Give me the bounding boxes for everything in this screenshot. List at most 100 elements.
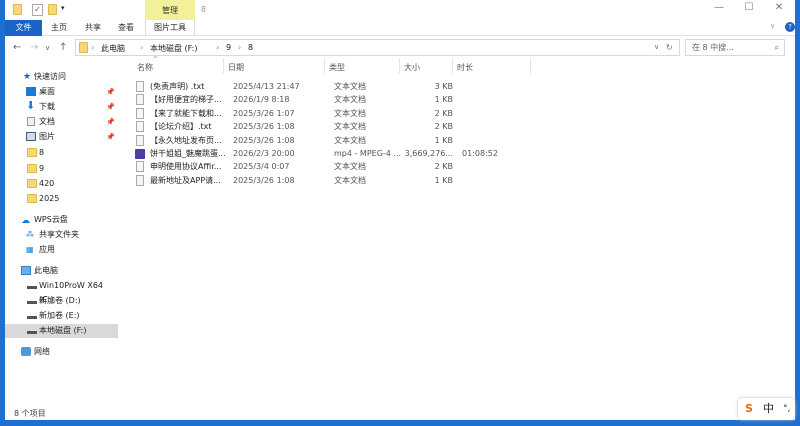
file-type: 文本文档 (334, 162, 366, 172)
close-button[interactable]: ✕ (765, 2, 793, 18)
sidebar-item-downloads[interactable]: ⬇ 下载 📌 (5, 99, 118, 114)
file-date: 2025/3/4 0:07 (233, 162, 290, 172)
sidebar-item-folder-9[interactable]: 9 (5, 162, 118, 176)
breadcrumb-this-pc[interactable]: 此电脑 (101, 43, 125, 54)
sidebar-item-shared-folder[interactable]: ⁂ 共享文件夹 (5, 228, 118, 242)
properties-icon[interactable]: ✓ (32, 4, 43, 16)
sidebar-item-folder-420[interactable]: 420 (5, 177, 118, 191)
file-row[interactable]: 【好用便宜的梯子... 2026/1/9 8:18 文本文档 1 KB (133, 93, 553, 106)
pin-icon[interactable]: 📌 (106, 130, 115, 144)
drive-icon (27, 301, 37, 304)
file-row[interactable]: 最新地址及APP请... 2025/3/26 1:08 文本文档 1 KB (133, 174, 553, 187)
file-row[interactable]: 饼干姐姐_魅魔跳蛋... 2026/2/3 20:00 mp4 - MPEG-4 .… (133, 147, 553, 160)
drive-icon (27, 286, 37, 289)
ime-punctuation[interactable]: °, (783, 398, 790, 420)
column-divider[interactable] (399, 58, 400, 74)
ime-language[interactable]: 中 (763, 398, 774, 420)
file-row[interactable]: 申明使用协议Affir... 2025/3/4 0:07 文本文档 2 KB (133, 160, 553, 173)
file-name: 【永久地址发布页... (150, 135, 222, 145)
sidebar-item-desktop[interactable]: 桌面 📌 (5, 85, 118, 99)
pictures-icon (26, 132, 36, 141)
search-input[interactable]: 在 8 中搜... ⌕ (685, 39, 785, 56)
column-header-size[interactable]: 大小 (404, 62, 420, 73)
file-date: 2026/2/3 20:00 (233, 149, 295, 158)
tab-view[interactable]: 查看 (110, 20, 142, 36)
address-bar[interactable]: › 此电脑 › 本地磁盘 (F:) › 9 › 8 ∨ ↻ (75, 39, 680, 56)
file-size: 1 KB (434, 135, 453, 145)
sort-ascending-icon: ^ (153, 56, 159, 63)
sidebar-drive-e[interactable]: 新加卷 (E:) (5, 309, 118, 323)
sidebar-quick-access[interactable]: ★ 快速访问 (5, 70, 118, 84)
ime-toolbar[interactable]: S 中 °, (738, 398, 795, 420)
refresh-icon[interactable]: ↻ (666, 43, 673, 52)
up-button[interactable]: ↑ (59, 42, 67, 53)
pin-icon[interactable]: 📌 (106, 100, 115, 114)
folder-icon (27, 164, 37, 173)
file-type: 文本文档 (334, 82, 366, 91)
sidebar-item-documents[interactable]: 文档 📌 (5, 115, 118, 129)
address-dropdown-icon[interactable]: ∨ (654, 43, 659, 51)
file-size: 3,669,276... (404, 149, 453, 158)
file-date: 2025/3/26 1:07 (233, 108, 295, 118)
file-type: 文本文档 (334, 95, 366, 105)
breadcrumb-9[interactable]: 9 (226, 43, 231, 52)
column-divider[interactable] (530, 58, 531, 74)
file-row[interactable]: (免责声明) .txt 2025/4/13 21:47 文本文档 3 KB (133, 80, 553, 93)
column-divider[interactable] (223, 58, 224, 74)
sidebar-item-pictures[interactable]: 图片 📌 (5, 130, 118, 144)
forward-button[interactable]: → (30, 42, 38, 53)
sidebar-network[interactable]: 网络 (5, 345, 118, 359)
pin-icon[interactable]: 📌 (106, 115, 115, 129)
desktop-icon (26, 87, 36, 96)
tab-share[interactable]: 共享 (77, 20, 109, 36)
text-file-icon (136, 107, 144, 119)
tab-manage[interactable]: 管理 (145, 0, 195, 20)
breadcrumb-drive-f[interactable]: 本地磁盘 (F:) (150, 43, 197, 54)
column-divider[interactable] (452, 58, 453, 74)
folder-icon (27, 179, 37, 188)
help-icon[interactable]: ? (785, 22, 795, 32)
new-folder-icon[interactable] (48, 4, 57, 15)
file-type: 文本文档 (334, 135, 366, 145)
sidebar-item-folder-8[interactable]: 8 (5, 146, 118, 160)
column-header-duration[interactable]: 时长 (457, 62, 473, 73)
file-name: 【论坛介绍】.txt (150, 122, 212, 132)
tab-file[interactable]: 文件 (5, 20, 42, 36)
sidebar-item-folder-2025[interactable]: 2025 (5, 192, 118, 206)
expand-ribbon-icon[interactable]: ∨ (770, 22, 775, 30)
folder-icon (13, 4, 22, 15)
search-icon: ⌕ (774, 43, 779, 52)
sidebar-drive-d[interactable]: 新加卷 (D:) (5, 294, 118, 308)
minimize-button[interactable]: — (705, 2, 733, 18)
sidebar-wps-cloud[interactable]: ☁ WPS云盘 (5, 213, 118, 227)
sidebar-this-pc[interactable]: 此电脑 (5, 264, 118, 278)
customize-quick-access-icon[interactable]: ▾ (61, 4, 65, 12)
sidebar-item-apps[interactable]: ▦ 应用 (5, 243, 118, 257)
computer-icon (21, 266, 31, 275)
sidebar-drive-f[interactable]: 本地磁盘 (F:) (5, 324, 118, 338)
pin-icon[interactable]: 📌 (106, 85, 115, 99)
file-row[interactable]: 【永久地址发布页... 2025/3/26 1:08 文本文档 1 KB (133, 134, 553, 147)
column-header-date[interactable]: 日期 (228, 62, 244, 73)
text-file-icon (136, 161, 144, 173)
column-header-type[interactable]: 类型 (329, 62, 345, 73)
recent-locations-icon[interactable]: ∨ (45, 44, 50, 52)
text-file-icon (136, 134, 144, 146)
file-size: 2 KB (434, 122, 453, 132)
sidebar-drive-c[interactable]: Win10ProW X64 (C:) (5, 279, 118, 304)
file-row[interactable]: 【来了就能下载和... 2025/3/26 1:07 文本文档 2 KB (133, 107, 553, 120)
column-header-name[interactable]: 名称 (137, 62, 153, 73)
file-name: (免责声明) .txt (150, 82, 205, 91)
tab-home[interactable]: 主页 (43, 20, 75, 36)
tab-picture-tools[interactable]: 图片工具 (145, 20, 195, 36)
apps-icon: ▦ (26, 245, 34, 254)
back-button[interactable]: ← (13, 42, 21, 53)
breadcrumb-8[interactable]: 8 (248, 43, 253, 52)
document-icon (27, 117, 35, 126)
maximize-button[interactable]: ☐ (735, 2, 763, 18)
file-row[interactable]: 【论坛介绍】.txt 2025/3/26 1:08 文本文档 2 KB (133, 120, 553, 133)
column-divider[interactable] (324, 58, 325, 74)
file-name: 【好用便宜的梯子... (150, 95, 222, 105)
text-file-icon (136, 174, 144, 186)
sogou-logo-icon: S (745, 402, 753, 415)
